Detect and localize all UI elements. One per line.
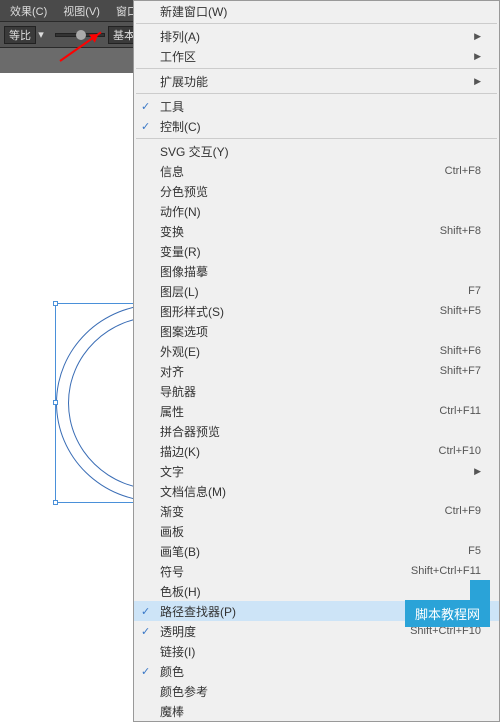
menu-item-color-guide[interactable]: 颜色参考 bbox=[134, 681, 499, 701]
menu-item-flattener[interactable]: 拼合器预览 bbox=[134, 421, 499, 441]
menu-item-new-window[interactable]: 新建窗口(W) bbox=[134, 1, 499, 21]
check-icon: ✓ bbox=[141, 100, 150, 113]
menu-item-doc-info[interactable]: 文档信息(M) bbox=[134, 481, 499, 501]
menu-item-transform[interactable]: 变换Shift+F8 bbox=[134, 221, 499, 241]
separator bbox=[136, 23, 497, 24]
menu-item-arrange[interactable]: 排列(A)▶ bbox=[134, 26, 499, 46]
menu-effects[interactable]: 效果(C) bbox=[2, 0, 55, 22]
separator bbox=[136, 138, 497, 139]
ratio-control[interactable]: 等比 ▾ bbox=[4, 26, 46, 44]
menu-item-navigator[interactable]: 导航器 bbox=[134, 381, 499, 401]
handle[interactable] bbox=[53, 500, 58, 505]
check-icon: ✓ bbox=[141, 665, 150, 678]
menu-item-align[interactable]: 对齐Shift+F7 bbox=[134, 361, 499, 381]
menu-item-layers[interactable]: 图层(L)F7 bbox=[134, 281, 499, 301]
menu-item-color[interactable]: ✓颜色 bbox=[134, 661, 499, 681]
menu-item-symbols[interactable]: 符号Shift+Ctrl+F11 bbox=[134, 561, 499, 581]
submenu-arrow-icon: ▶ bbox=[474, 76, 481, 87]
menu-item-tools[interactable]: ✓工具 bbox=[134, 96, 499, 116]
check-icon: ✓ bbox=[141, 625, 150, 638]
handle[interactable] bbox=[53, 400, 58, 405]
menu-item-workspace[interactable]: 工作区▶ bbox=[134, 46, 499, 66]
menu-item-type[interactable]: 文字▶ bbox=[134, 461, 499, 481]
menu-item-brushes[interactable]: 画笔(B)F5 bbox=[134, 541, 499, 561]
separator bbox=[136, 93, 497, 94]
menu-item-info[interactable]: 信息Ctrl+F8 bbox=[134, 161, 499, 181]
check-icon: ✓ bbox=[141, 605, 150, 618]
menu-item-stroke[interactable]: 描边(K)Ctrl+F10 bbox=[134, 441, 499, 461]
check-icon: ✓ bbox=[141, 120, 150, 133]
menu-item-magic[interactable]: 魔棒 bbox=[134, 701, 499, 721]
site-badge: 脚本教程网 bbox=[405, 600, 490, 627]
menu-item-actions[interactable]: 动作(N) bbox=[134, 201, 499, 221]
menu-item-artboards[interactable]: 画板 bbox=[134, 521, 499, 541]
menu-item-image-trace[interactable]: 图像描摹 bbox=[134, 261, 499, 281]
menu-item-links[interactable]: 链接(I) bbox=[134, 641, 499, 661]
menu-item-attributes[interactable]: 属性Ctrl+F11 bbox=[134, 401, 499, 421]
menu-item-appearance[interactable]: 外观(E)Shift+F6 bbox=[134, 341, 499, 361]
menu-item-separations[interactable]: 分色预览 bbox=[134, 181, 499, 201]
menu-item-gradient[interactable]: 渐变Ctrl+F9 bbox=[134, 501, 499, 521]
handle[interactable] bbox=[53, 301, 58, 306]
chevron-down-icon[interactable]: ▾ bbox=[36, 27, 46, 43]
menu-item-swatches[interactable]: 色板(H) bbox=[134, 581, 499, 601]
menu-view[interactable]: 视图(V) bbox=[55, 0, 108, 22]
menu-item-control[interactable]: ✓控制(C) bbox=[134, 116, 499, 136]
menu-item-svg[interactable]: SVG 交互(Y) bbox=[134, 141, 499, 161]
menu-item-extensions[interactable]: 扩展功能▶ bbox=[134, 71, 499, 91]
submenu-arrow-icon: ▶ bbox=[474, 466, 481, 477]
slider-knob[interactable] bbox=[76, 30, 86, 40]
submenu-arrow-icon: ▶ bbox=[474, 51, 481, 62]
menu-item-pattern-options[interactable]: 图案选项 bbox=[134, 321, 499, 341]
menu-item-graphic-styles[interactable]: 图形样式(S)Shift+F5 bbox=[134, 301, 499, 321]
separator bbox=[136, 68, 497, 69]
submenu-arrow-icon: ▶ bbox=[474, 31, 481, 42]
menu-item-variables[interactable]: 变量(R) bbox=[134, 241, 499, 261]
